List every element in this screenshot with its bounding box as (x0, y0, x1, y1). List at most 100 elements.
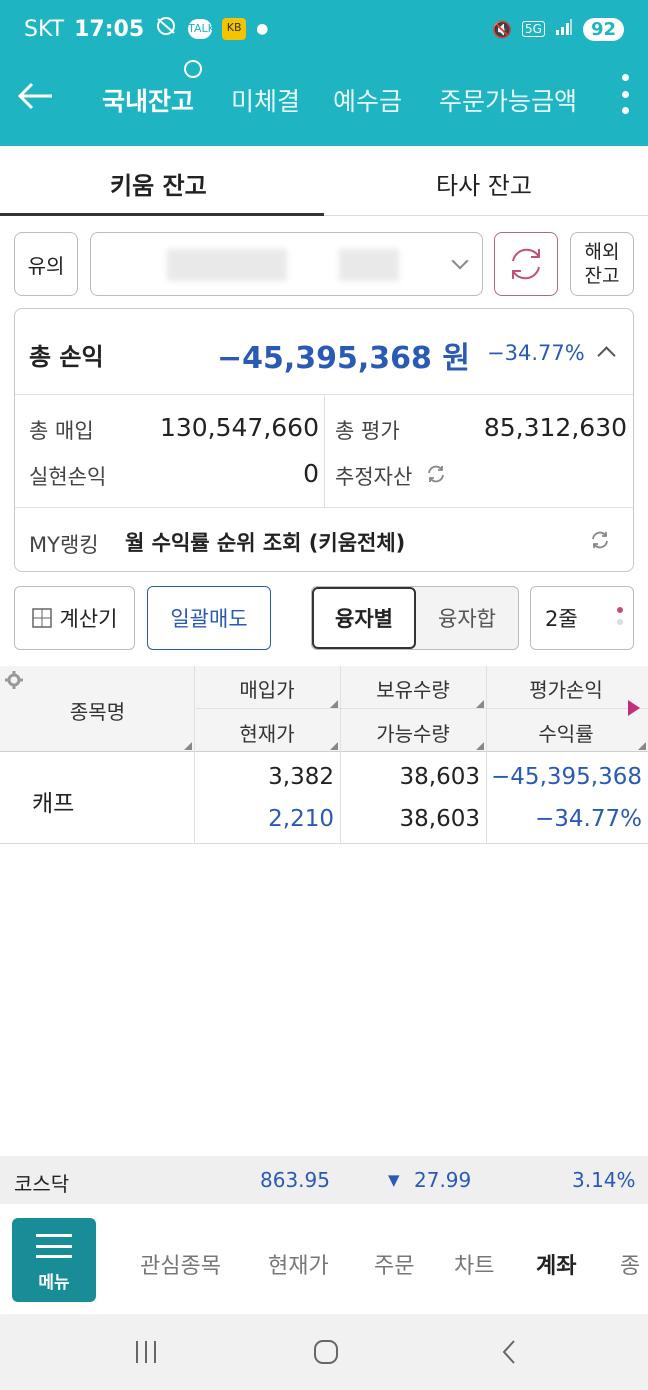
tab-other-broker-balance[interactable]: 타사 잔고 (436, 166, 532, 201)
total-purchase-value: 130,547,660 (159, 413, 319, 442)
holdings-table-header: 종목명 매입가 현재가 보유수량 가능수량 평가손익 수익률 (0, 666, 648, 752)
back-arrow-icon[interactable] (16, 76, 56, 116)
col-available-qty[interactable]: 가능수량 (342, 718, 484, 747)
mute-icon: 🔇 (492, 19, 512, 39)
nav-more-item[interactable]: 종 (620, 1248, 640, 1280)
menu-label: 메뉴 (38, 1273, 70, 1293)
col-buy-price[interactable]: 매입가 (196, 674, 338, 703)
nav-chart[interactable]: 차트 (454, 1248, 494, 1280)
chevron-down-icon (451, 252, 469, 270)
sort-corner-icon (476, 742, 484, 750)
holding-qty: 38,603 (399, 764, 480, 790)
kakaotalk-icon: TALK (188, 19, 215, 39)
gear-icon[interactable] (4, 670, 24, 690)
col-current-price[interactable]: 현재가 (196, 718, 338, 747)
home-icon[interactable] (312, 1338, 340, 1366)
ranking-link[interactable]: 월 수익률 순위 조회 (키움전체) (125, 527, 405, 557)
back-icon[interactable] (496, 1338, 524, 1366)
total-pl-label: 총 손익 (29, 343, 104, 371)
col-divider (486, 666, 487, 752)
return-rate: −34.77% (535, 806, 642, 832)
summary-divider (324, 395, 325, 507)
index-change: 27.99 (414, 1168, 472, 1192)
masked-account-number (167, 249, 287, 281)
nav-order[interactable]: 주문 (374, 1248, 414, 1280)
col-divider (194, 666, 195, 752)
estimated-asset-refresh-icon[interactable] (425, 463, 447, 485)
total-eval-value: 85,312,630 (483, 413, 627, 442)
more-notifications-icon: ● (256, 21, 269, 37)
sync-indicator-icon (184, 60, 202, 78)
summary-divider-h (15, 507, 633, 508)
tab-orderable-amount[interactable]: 주문가능금액 (439, 82, 577, 118)
overseas-label-line2: 잔고 (584, 265, 620, 287)
loan-sum-option[interactable]: 융자합 (416, 587, 518, 649)
col-stock-name[interactable]: 종목명 (40, 696, 155, 725)
calculator-label: 계산기 (59, 607, 118, 631)
status-right: 🔇 5G 92 (492, 17, 624, 41)
loan-toggle: 융자별 융자합 (311, 586, 519, 650)
realized-pl-value: 0 (303, 459, 319, 488)
nav-account[interactable]: 계좌 (536, 1248, 576, 1280)
account-subtabs: 키움 잔고 타사 잔고 (0, 146, 648, 216)
refresh-icon (512, 248, 540, 280)
overseas-balance-button[interactable]: 해외 잔고 (570, 232, 634, 296)
more-menu-icon[interactable] (620, 74, 630, 114)
col-return-rate[interactable]: 수익률 (488, 718, 644, 747)
total-pl-row[interactable]: 총 손익 −45,395,368 원 −34.77% (15, 309, 633, 395)
hamburger-icon (36, 1234, 72, 1258)
available-qty: 38,603 (399, 806, 480, 832)
account-selector[interactable] (90, 232, 483, 296)
index-percent: 3.14% (572, 1168, 636, 1192)
battery-indicator: 92 (582, 17, 624, 41)
by-loan-option[interactable]: 융자별 (312, 587, 416, 649)
notification-icon (154, 15, 178, 44)
col-divider (340, 666, 341, 752)
masked-account-name (339, 249, 399, 281)
total-pl-amount: −45,395,368 원 (217, 341, 470, 376)
clock: 17:05 (74, 16, 145, 42)
down-triangle-icon: ▼ (388, 1171, 400, 1189)
network-label: 5G (522, 21, 545, 37)
carrier-label: SKT (24, 16, 65, 42)
sort-corner-icon (330, 700, 338, 708)
menu-button[interactable]: 메뉴 (12, 1218, 96, 1302)
estimated-asset-label: 추정자산 (335, 465, 413, 489)
signal-icon (555, 18, 573, 40)
tab-domestic-balance[interactable]: 국내잔고 (102, 82, 194, 118)
market-index-bar[interactable]: 코스닥 863.95 ▼ 27.99 3.14% (0, 1156, 648, 1204)
calculator-button[interactable]: 계산기 (14, 586, 135, 650)
top-nav: 국내잔고 미체결 예수금 주문가능금액 (0, 60, 648, 136)
nav-current-price[interactable]: 현재가 (268, 1248, 329, 1280)
total-pl-percent: −34.77% (487, 341, 585, 365)
col-holding-qty[interactable]: 보유수량 (342, 674, 484, 703)
current-price: 2,210 (268, 806, 334, 832)
scroll-right-icon[interactable] (628, 700, 640, 716)
row-lines-label: 2줄 (545, 607, 578, 631)
system-navigation-bar (0, 1314, 648, 1390)
sort-corner-icon (330, 742, 338, 750)
table-row[interactable]: 캐프 3,382 2,210 38,603 38,603 −45,395,368… (0, 752, 648, 844)
refresh-button[interactable] (494, 232, 558, 296)
stock-name: 캐프 (32, 791, 75, 817)
col-eval-pl[interactable]: 평가손익 (488, 674, 644, 703)
eval-pl: −45,395,368 (491, 764, 642, 790)
caution-button[interactable]: 유의 (14, 232, 78, 296)
overseas-label-line1: 해외 (584, 241, 620, 263)
kb-app-icon: KB (222, 18, 247, 40)
col-divider (340, 752, 341, 844)
tab-deposit[interactable]: 예수금 (333, 82, 402, 118)
chevron-up-icon[interactable] (597, 346, 616, 365)
my-ranking-label: MY랭킹 (29, 533, 99, 557)
tab-kiwoom-balance[interactable]: 키움 잔고 (110, 166, 207, 201)
bulk-sell-button[interactable]: 일괄매도 (147, 586, 271, 650)
realized-pl-label: 실현손익 (29, 465, 107, 489)
vertical-dots-icon (617, 607, 623, 631)
header-row-divider (196, 708, 648, 709)
balance-summary: 총 손익 −45,395,368 원 −34.77% 총 매입 130,547,… (14, 308, 634, 572)
ranking-refresh-icon[interactable] (589, 529, 611, 551)
recent-apps-icon[interactable] (132, 1338, 160, 1366)
nav-watchlist[interactable]: 관심종목 (140, 1248, 221, 1280)
row-lines-selector[interactable]: 2줄 (530, 586, 634, 650)
tab-unfilled[interactable]: 미체결 (231, 82, 300, 118)
